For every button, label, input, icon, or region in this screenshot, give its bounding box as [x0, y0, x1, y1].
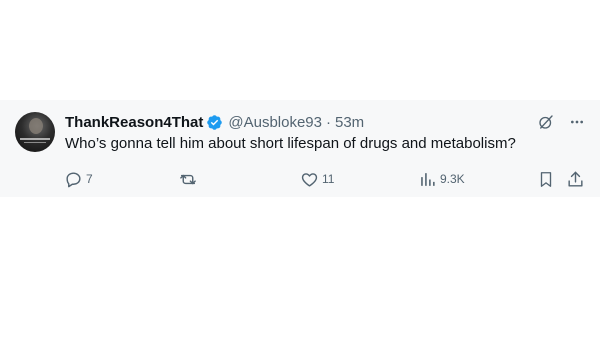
tweet-header: ThankReason4That @Ausbloke93 · 53m [65, 112, 364, 132]
repost-icon [178, 170, 198, 189]
views-count: 9.3K [440, 172, 465, 186]
tweet-actions: 7 11 9.3K [0, 168, 600, 190]
verified-badge-icon [206, 114, 223, 131]
like-button[interactable]: 11 [300, 168, 334, 190]
views-button[interactable]: 9.3K [418, 168, 465, 190]
more-icon[interactable] [569, 114, 585, 130]
reply-count: 7 [86, 172, 93, 186]
reply-button[interactable]: 7 [64, 168, 93, 190]
page: ThankReason4That @Ausbloke93 · 53m Who’s… [0, 0, 600, 338]
grok-icon[interactable] [537, 113, 555, 131]
reply-icon [64, 170, 83, 189]
tweet-text: Who’s gonna tell him about short lifespa… [65, 135, 516, 152]
tweet-top-actions [537, 113, 585, 131]
tweet-card[interactable]: ThankReason4That @Ausbloke93 · 53m Who’s… [0, 100, 600, 197]
bookmark-button[interactable] [537, 168, 555, 190]
avatar-face [29, 118, 43, 134]
avatar-caption-line [20, 138, 50, 140]
share-icon [566, 170, 585, 189]
share-button[interactable] [566, 168, 585, 190]
separator-dot: · [326, 113, 331, 131]
repost-button[interactable] [178, 168, 201, 190]
author-handle[interactable]: @Ausbloke93 [228, 114, 322, 131]
avatar-caption-line [24, 142, 46, 143]
bookmark-icon [537, 170, 555, 189]
author-name[interactable]: ThankReason4That [65, 114, 203, 131]
like-icon [300, 170, 319, 189]
timestamp[interactable]: 53m [335, 114, 364, 131]
like-count: 11 [322, 172, 335, 186]
avatar[interactable] [15, 112, 55, 152]
views-icon [418, 170, 437, 189]
